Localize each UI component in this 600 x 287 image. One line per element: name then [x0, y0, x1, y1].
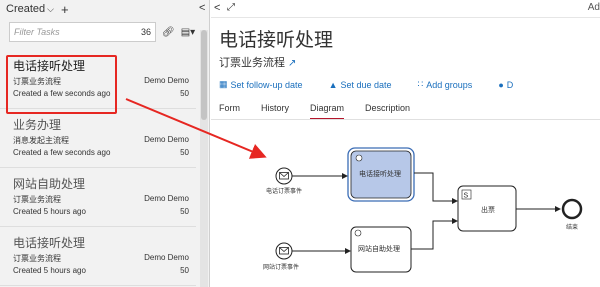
task-list-toolbar: Created ⌵ + <: [0, 0, 209, 18]
start-event-phone-label: 电话订票事件: [266, 187, 302, 195]
scrollbar-thumb[interactable]: [201, 30, 207, 120]
end-event[interactable]: [561, 198, 583, 220]
task-ticketing-label: 出票: [481, 205, 495, 214]
sequence-flow: [411, 218, 458, 250]
collapse-left-button[interactable]: <: [199, 2, 205, 14]
chevron-down-icon: ⌵: [47, 4, 54, 14]
end-event-label: 结束: [566, 223, 578, 231]
link-icon[interactable]: 🔗︎: [162, 27, 175, 38]
set-due-date-button[interactable]: ▲ Set due date: [329, 79, 392, 90]
bpmn-diagram: 电话订票事件 电话接听处理 网站订票事件 网站自助处理 S 出票 结束: [263, 147, 583, 273]
task-item[interactable]: 网站自助处理 订票业务流程 Demo Demo Created 5 hours a…: [0, 168, 196, 227]
tab-diagram[interactable]: Diagram: [310, 103, 345, 120]
assignee-button[interactable]: ● D: [498, 79, 513, 90]
expand-icon[interactable]: ⤢: [227, 2, 235, 13]
filter-tasks-input[interactable]: Filter Tasks 36: [9, 22, 156, 42]
task-assignee: Demo Demo: [144, 135, 189, 144]
start-event-phone[interactable]: [275, 167, 293, 185]
tab-description[interactable]: Description: [365, 103, 410, 120]
top-right-label[interactable]: Ad: [588, 2, 600, 13]
task-title: 网站自助处理: [13, 177, 86, 191]
task-priority: 50: [180, 266, 189, 275]
task-assignee: Demo Demo: [144, 76, 189, 85]
add-groups-button[interactable]: ∷ Add groups: [418, 79, 473, 90]
sort-label: Created: [6, 3, 46, 15]
task-web-self-service-label: 网站自助处理: [358, 244, 400, 253]
task-process: 订票业务流程: [13, 254, 61, 263]
groups-icon: ∷: [417, 79, 424, 89]
tab-history[interactable]: History: [261, 103, 289, 120]
task-priority: 50: [180, 89, 189, 98]
task-priority: 50: [180, 207, 189, 216]
add-filter-button[interactable]: +: [61, 2, 69, 17]
detail-tabs: Form History Diagram Description: [219, 103, 431, 120]
start-event-web[interactable]: [275, 242, 293, 260]
task-process: 消息发起主流程: [13, 136, 69, 145]
sequence-flow: [414, 172, 458, 204]
task-assignee: Demo Demo: [144, 194, 189, 203]
calendar-icon: ▦: [219, 79, 228, 89]
process-name: 订票业务流程: [219, 57, 285, 69]
task-priority: 50: [180, 148, 189, 157]
page-title: 电话接听处理: [219, 30, 334, 51]
task-item[interactable]: 业务办理 消息发起主流程 Demo Demo Created a few seco…: [0, 109, 196, 168]
task-detail-panel: < ⤢ Ad 电话接听处理 订票业务流程 ↗ ▦ Set follow-up dat…: [211, 0, 600, 287]
task-phone-handling-label: 电话接听处理: [359, 169, 401, 178]
action-label: Set due date: [340, 79, 392, 90]
user-icon: ●: [498, 79, 504, 90]
bell-icon: ▲: [328, 79, 338, 90]
action-label: Set follow-up date: [230, 79, 303, 90]
process-link[interactable]: 订票业务流程 ↗: [219, 54, 296, 70]
action-label: Add groups: [426, 79, 473, 90]
task-created: Created 5 hours ago: [13, 266, 86, 275]
svg-text:S: S: [464, 193, 469, 200]
sort-dropdown[interactable]: Created ⌵: [6, 3, 54, 15]
detail-toolbar: < ⤢ Ad: [211, 0, 600, 18]
task-created: Created 5 hours ago: [13, 207, 86, 216]
task-item[interactable]: 电话接听处理 订票业务流程 Demo Demo Created 5 hours a…: [0, 227, 196, 286]
start-event-web-label: 网站订票事件: [263, 263, 299, 271]
collapse-right-button[interactable]: <: [214, 2, 220, 14]
user-task-icon: [355, 154, 363, 162]
filter-row: Filter Tasks 36 🔗︎ ▤▾: [0, 18, 209, 46]
task-created: Created a few seconds ago: [13, 148, 111, 157]
task-title: 业务办理: [13, 118, 62, 132]
action-label: D: [506, 79, 514, 90]
set-follow-up-date-button[interactable]: ▦ Set follow-up date: [219, 79, 303, 90]
task-list-panel: Created ⌵ + < Filter Tasks 36 🔗︎ ▤▾ 电话接听处…: [0, 0, 210, 287]
selection-highlight-box: [6, 55, 117, 114]
tabs-divider: [211, 119, 600, 120]
filter-count: 36: [140, 27, 151, 37]
task-process: 订票业务流程: [13, 195, 61, 204]
filter-placeholder: Filter Tasks: [14, 27, 60, 37]
save-icon[interactable]: ▤▾: [181, 27, 195, 38]
external-link-icon[interactable]: ↗: [288, 58, 296, 69]
tab-form[interactable]: Form: [219, 103, 240, 120]
task-title: 电话接听处理: [13, 236, 86, 250]
task-actions: ▦ Set follow-up date ▲ Set due date ∷ Add g…: [219, 79, 600, 90]
task-assignee: Demo Demo: [144, 253, 189, 262]
task-list-scrollbar[interactable]: [200, 30, 208, 287]
user-task-icon: [354, 229, 362, 237]
